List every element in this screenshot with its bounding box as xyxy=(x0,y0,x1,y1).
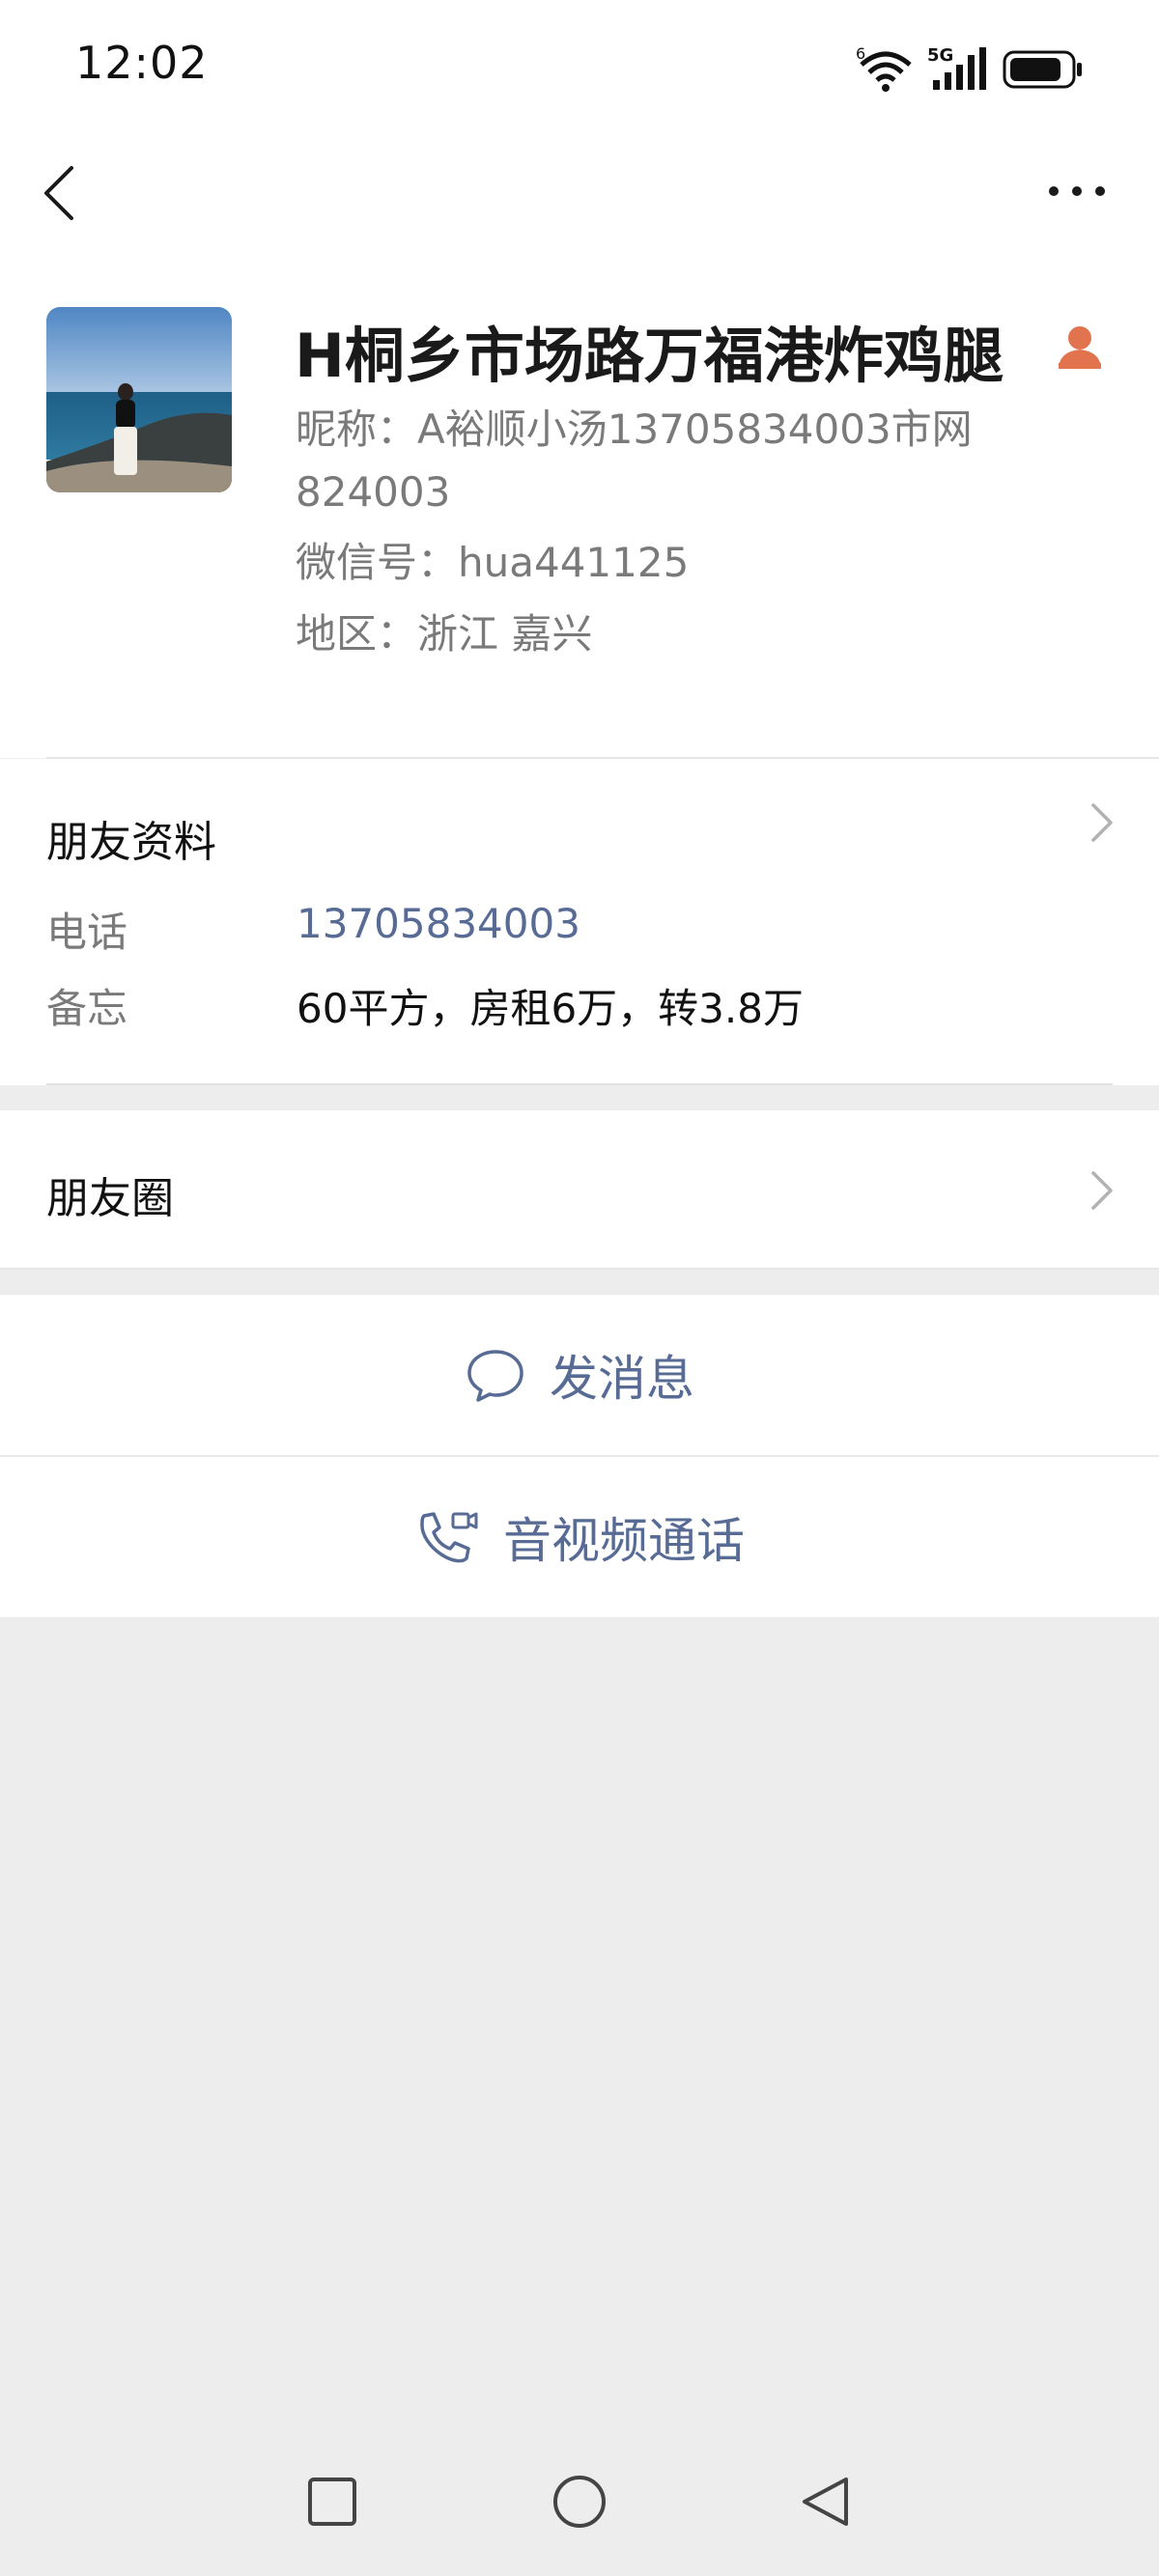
region-text: 地区：浙江 嘉兴 xyxy=(296,610,593,658)
chevron-left-icon xyxy=(44,166,73,220)
circle-icon xyxy=(553,2476,606,2528)
av-call-label: 音视频通话 xyxy=(503,1513,745,1569)
person-badge-icon xyxy=(1053,319,1107,373)
system-nav-bar xyxy=(0,2433,1159,2572)
memo-label: 备忘 xyxy=(46,985,128,1032)
send-message-button[interactable]: 发消息 xyxy=(0,1295,1159,1455)
avatar[interactable] xyxy=(46,307,232,492)
friend-info-title: 朋友资料 xyxy=(46,818,216,867)
chat-bubble-icon xyxy=(467,1350,523,1402)
back-button[interactable] xyxy=(29,154,106,232)
network-label: 5G xyxy=(927,45,953,66)
moments-title: 朋友圈 xyxy=(46,1174,174,1223)
recent-apps-button[interactable] xyxy=(308,2478,356,2526)
status-icons: 6 5G xyxy=(856,44,1084,95)
section-gap xyxy=(0,1085,1159,1110)
nickname-text-cont: 824003 xyxy=(296,468,451,516)
av-call-button[interactable]: 音视频通话 xyxy=(0,1457,1159,1617)
triangle-back-icon xyxy=(803,2478,848,2526)
send-message-label: 发消息 xyxy=(550,1351,694,1407)
chevron-right-icon xyxy=(1084,1163,1122,1218)
nav-bar xyxy=(0,145,1159,290)
section-gap xyxy=(0,1270,1159,1295)
more-dots-icon xyxy=(1049,186,1105,196)
chevron-right-icon xyxy=(1084,796,1122,850)
memo-text: 60平方，房租6万，转3.8万 xyxy=(297,985,804,1032)
nickname-text: 昵称：A裕顺小汤13705834003市网 xyxy=(296,406,973,453)
phone-label: 电话 xyxy=(46,909,128,956)
battery-icon xyxy=(1003,50,1082,89)
home-button[interactable] xyxy=(553,2476,606,2528)
system-back-button[interactable] xyxy=(803,2478,848,2526)
phone-video-icon xyxy=(420,1512,478,1563)
avatar-photo xyxy=(46,307,232,492)
wechat-id-text: 微信号：hua441125 xyxy=(296,539,690,586)
phone-number-link[interactable]: 13705834003 xyxy=(297,900,580,947)
status-time: 12:02 xyxy=(75,37,209,89)
display-name: H桐乡市场路万福港炸鸡腿 xyxy=(295,321,1004,391)
moments-row[interactable] xyxy=(0,1110,1159,1270)
wifi-icon: 6 xyxy=(856,45,912,92)
cellular-signal-icon: 5G xyxy=(927,45,986,90)
square-icon xyxy=(308,2478,356,2526)
more-button[interactable] xyxy=(1038,154,1116,232)
